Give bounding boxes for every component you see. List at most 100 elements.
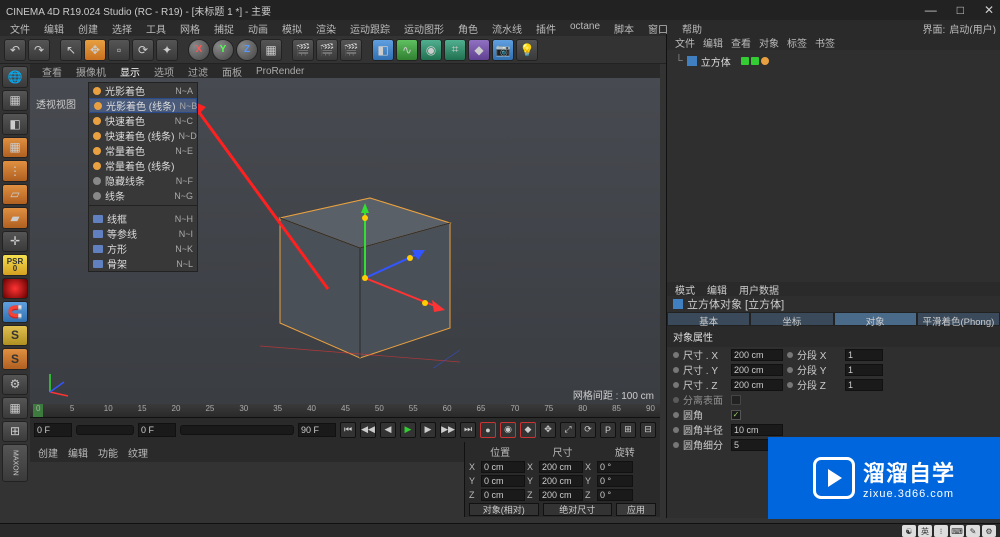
viewport-tab[interactable]: 面板 xyxy=(218,64,246,79)
next-key-button[interactable]: ▶▶ xyxy=(440,422,456,438)
attr-subtab[interactable]: 坐标 xyxy=(750,312,833,326)
materials-tab[interactable]: 创建 xyxy=(38,445,58,460)
lock-x-button[interactable]: X xyxy=(188,39,210,61)
menu-item[interactable]: 等参线N~I xyxy=(89,226,197,241)
environment-button[interactable]: ◆ xyxy=(468,39,490,61)
materials-tab[interactable]: 纹理 xyxy=(128,445,148,460)
menu-流水线[interactable]: 流水线 xyxy=(486,21,528,36)
undo-button[interactable]: ↶ xyxy=(4,39,26,61)
menu-网格[interactable]: 网格 xyxy=(174,21,206,36)
close-button[interactable]: ✕ xyxy=(984,3,994,17)
menu-文件[interactable]: 文件 xyxy=(4,21,36,36)
model-mode-button[interactable]: ▦ xyxy=(2,90,28,112)
uv-mode-button[interactable]: ▦ xyxy=(2,137,28,159)
menu-运动图形[interactable]: 运动图形 xyxy=(398,21,450,36)
time-range-slider[interactable] xyxy=(180,425,294,435)
param-button[interactable]: P xyxy=(600,422,616,438)
render-settings-button[interactable]: 🎬 xyxy=(340,39,362,61)
redo-button[interactable]: ↷ xyxy=(28,39,50,61)
content-button[interactable]: ⊞ xyxy=(2,421,28,443)
attr-tab[interactable]: 编辑 xyxy=(707,282,727,297)
make-editable-button[interactable]: 🌐 xyxy=(2,66,28,88)
menu-动画[interactable]: 动画 xyxy=(242,21,274,36)
display-context-menu[interactable]: 光影着色N~A光影着色 (线条)N~B快速着色N~C快速着色 (线条)N~D常量… xyxy=(88,82,198,272)
materials-tab[interactable]: 功能 xyxy=(98,445,118,460)
menu-运动跟踪[interactable]: 运动跟踪 xyxy=(344,21,396,36)
attr-subtab[interactable]: 平滑着色(Phong) xyxy=(917,312,1000,326)
object-tree-row[interactable]: └ 立方体 xyxy=(675,54,992,68)
menu-item[interactable]: 骨架N~L xyxy=(89,256,197,271)
autokey-button[interactable]: ◉ xyxy=(500,422,516,438)
time-slider[interactable] xyxy=(76,425,134,435)
minimize-button[interactable]: — xyxy=(925,3,937,17)
lock-y-button[interactable]: Y xyxy=(212,39,234,61)
s2-button[interactable]: S xyxy=(2,348,28,370)
menu-item[interactable]: 隐藏线条N~F xyxy=(89,173,197,188)
fillet-radius-input[interactable] xyxy=(731,424,783,436)
texture-mode-button[interactable]: ◧ xyxy=(2,113,28,135)
menu-渲染[interactable]: 渲染 xyxy=(310,21,342,36)
maximize-button[interactable]: □ xyxy=(957,3,964,17)
menu-捕捉[interactable]: 捕捉 xyxy=(208,21,240,36)
coord-mode1[interactable]: 对象(相对) xyxy=(469,503,539,516)
attr-subtab[interactable]: 基本 xyxy=(667,312,750,326)
viewport-solo-button[interactable] xyxy=(2,278,28,300)
last-tool[interactable]: ✦ xyxy=(156,39,178,61)
render-view-button[interactable]: 🎬 xyxy=(292,39,314,61)
visibility-tag-editor[interactable] xyxy=(741,57,749,65)
objmgr-tab[interactable]: 文件 xyxy=(675,35,695,50)
viewport-tab[interactable]: 选项 xyxy=(150,64,178,79)
objmgr-tab[interactable]: 编辑 xyxy=(703,35,723,50)
attr-subtab[interactable]: 对象 xyxy=(834,312,917,326)
generator-button[interactable]: ◉ xyxy=(420,39,442,61)
camera-button[interactable]: 📷 xyxy=(492,39,514,61)
select-tool[interactable]: ↖ xyxy=(60,39,82,61)
plugins-button[interactable]: ▦ xyxy=(2,397,28,419)
prev-frame-button[interactable]: ◀ xyxy=(380,422,396,438)
s-button[interactable]: ⤢ xyxy=(560,422,576,438)
rotate-tool[interactable]: ⟳ xyxy=(132,39,154,61)
record-button[interactable]: ● xyxy=(480,422,496,438)
menu-item[interactable]: 线框N~H xyxy=(89,211,197,226)
edge-mode-button[interactable]: ▱ xyxy=(2,184,28,206)
point-mode-button[interactable]: ⋮ xyxy=(2,160,28,182)
deformer-button[interactable]: ⌗ xyxy=(444,39,466,61)
cube-object[interactable] xyxy=(260,168,460,368)
menu-角色[interactable]: 角色 xyxy=(452,21,484,36)
keyframe-sel-button[interactable]: ◆ xyxy=(520,422,536,438)
menu-item[interactable]: 常量着色N~E xyxy=(89,143,197,158)
menu-item[interactable]: 线条N~G xyxy=(89,188,197,203)
menu-item[interactable]: 快速着色 (线条)N~D xyxy=(89,128,197,143)
viewport-tab[interactable]: 过滤 xyxy=(184,64,212,79)
menu-选择[interactable]: 选择 xyxy=(106,21,138,36)
menu-编辑[interactable]: 编辑 xyxy=(38,21,70,36)
viewport-tab[interactable]: 查看 xyxy=(38,64,66,79)
menu-工具[interactable]: 工具 xyxy=(140,21,172,36)
lock-z-button[interactable]: Z xyxy=(236,39,258,61)
goto-end-button[interactable]: ⏭ xyxy=(460,422,476,438)
axis-button[interactable]: ✛ xyxy=(2,231,28,253)
viewport-tab[interactable]: ProRender xyxy=(252,66,308,77)
render-region-button[interactable]: 🎬 xyxy=(316,39,338,61)
attr-tab[interactable]: 模式 xyxy=(675,282,695,297)
menu-item[interactable]: 光影着色 (线条)N~B xyxy=(89,98,197,113)
goto-start-button[interactable]: ⏮ xyxy=(340,422,356,438)
psr-button[interactable]: PSR0 xyxy=(2,254,28,276)
objmgr-tab[interactable]: 标签 xyxy=(787,35,807,50)
viewport-tab[interactable]: 摄像机 xyxy=(72,64,110,79)
cube-primitive-button[interactable]: ◧ xyxy=(372,39,394,61)
menu-item[interactable]: 光影着色N~A xyxy=(89,83,197,98)
options-button[interactable]: ⊟ xyxy=(640,422,656,438)
menu-octane[interactable]: octane xyxy=(564,21,606,36)
timeline[interactable]: 051015202530354045505560657075808590 ⏮ ◀… xyxy=(30,404,660,442)
play-button[interactable]: ▶ xyxy=(400,422,416,438)
spline-button[interactable]: ∿ xyxy=(396,39,418,61)
object-name[interactable]: 立方体 xyxy=(701,54,731,69)
next-frame-button[interactable]: ▶ xyxy=(420,422,436,438)
menu-item[interactable]: 常量着色 (线条) xyxy=(89,158,197,173)
visibility-tag-render[interactable] xyxy=(751,57,759,65)
separate-surface-checkbox[interactable] xyxy=(731,395,741,405)
move-tool[interactable]: ✥ xyxy=(84,39,106,61)
s1-button[interactable]: S xyxy=(2,325,28,347)
scale-tool[interactable]: ▫ xyxy=(108,39,130,61)
